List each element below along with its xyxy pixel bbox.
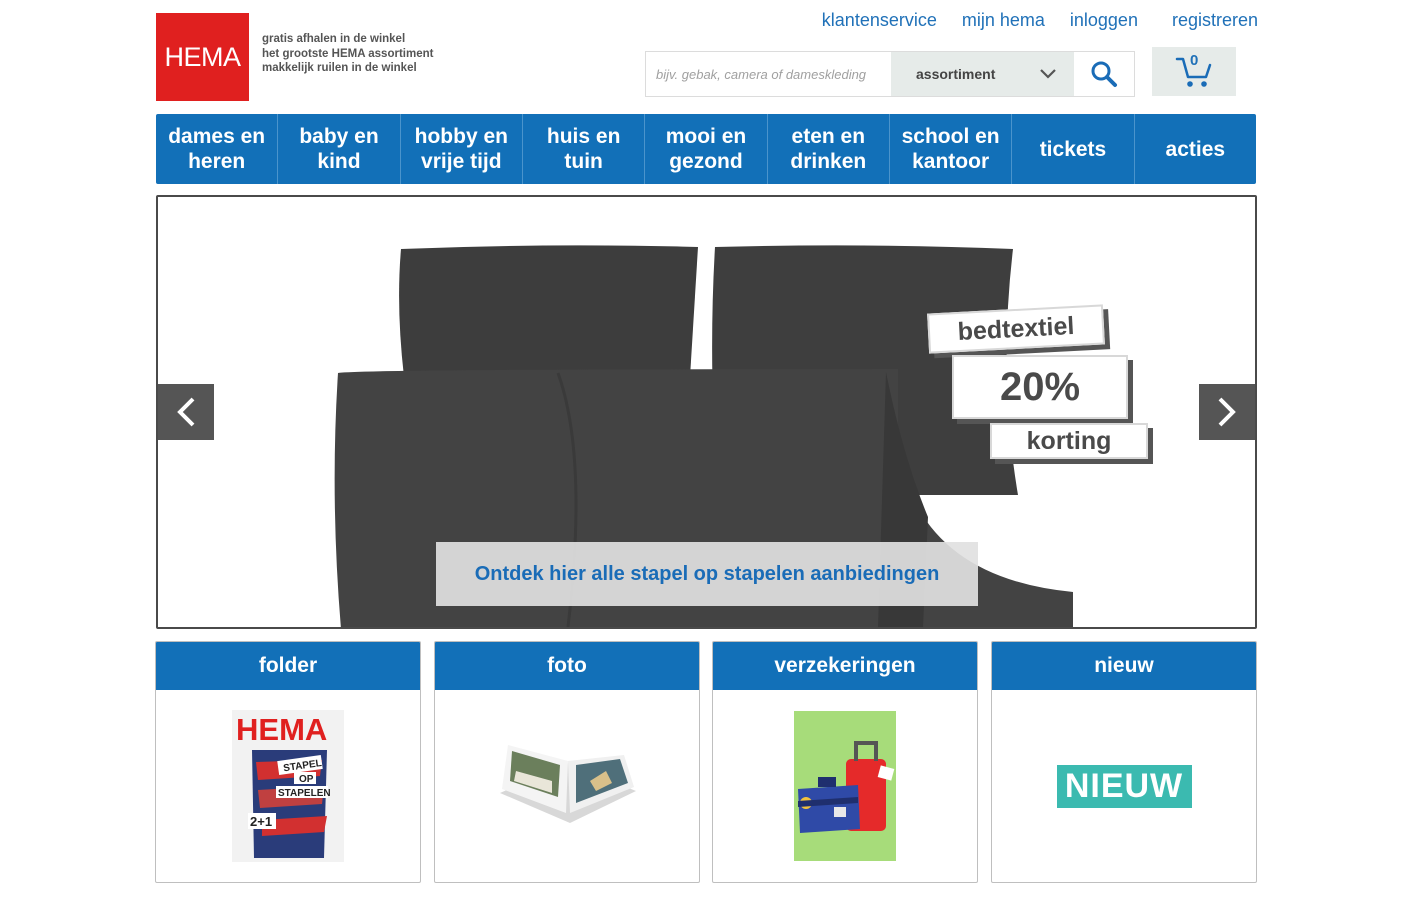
nav-item-acties[interactable]: acties	[1135, 114, 1256, 184]
link-klantenservice[interactable]: klantenservice	[822, 10, 937, 31]
hero-banner[interactable]: bedtextiel 20% korting Ontdek hier alle …	[156, 195, 1257, 629]
hema-logo[interactable]: HEMA	[156, 13, 249, 101]
nieuw-badge: NIEUW	[1056, 764, 1192, 808]
folder-cover-image: HEMA STAPEL OP STAPELEN 2+1	[232, 710, 344, 862]
tagline-item: het grootste HEMA assortiment	[262, 47, 434, 60]
chevron-down-icon	[1040, 69, 1056, 79]
link-inloggen[interactable]: inloggen	[1070, 10, 1138, 31]
category-select[interactable]: assortiment	[891, 52, 1074, 96]
nav-item-tickets[interactable]: tickets	[1012, 114, 1135, 184]
top-links: klantenservice mijn hema inloggen regist…	[797, 10, 1258, 31]
card-foto[interactable]: foto	[434, 641, 700, 883]
logo-text: HEMA	[164, 41, 241, 72]
promo-tag-korting: korting	[990, 423, 1148, 459]
nav-item-eten-en-drinken[interactable]: eten en drinken	[768, 114, 890, 184]
carousel-next-button[interactable]	[1199, 384, 1255, 440]
link-registreren[interactable]: registreren	[1172, 10, 1258, 31]
tagline-item: gratis afhalen in de winkel	[262, 33, 406, 45]
category-select-value: assortiment	[916, 66, 996, 82]
nav-item-mooi-en-gezond[interactable]: mooi en gezond	[645, 114, 768, 184]
card-title: foto	[435, 642, 699, 690]
main-nav: dames en heren baby en kind hobby en vri…	[156, 114, 1256, 184]
nav-item-hobby-en-vrije-tijd[interactable]: hobby en vrije tijd	[401, 114, 523, 184]
tagline-list: gratis afhalen in de winkel het grootste…	[262, 32, 433, 76]
folder-cover-promo: 2+1	[250, 814, 272, 829]
chevron-right-icon	[1218, 397, 1236, 427]
chevron-left-icon	[177, 397, 195, 427]
search-input[interactable]	[646, 52, 891, 96]
search-icon	[1091, 61, 1117, 87]
card-title: folder	[156, 642, 420, 690]
card-title: verzekeringen	[713, 642, 977, 690]
folder-cover-line: STAPELEN	[278, 788, 331, 799]
card-verzekeringen[interactable]: verzekeringen	[712, 641, 978, 883]
folder-cover-line: OP	[299, 774, 314, 785]
cart-button[interactable]: 0	[1152, 47, 1236, 96]
promo-tag-percentage: 20%	[952, 355, 1128, 419]
cart-count-badge: 0	[1190, 52, 1199, 69]
nav-item-baby-en-kind[interactable]: baby en kind	[278, 114, 401, 184]
search-button[interactable]	[1074, 52, 1134, 96]
carousel-prev-button[interactable]	[158, 384, 214, 440]
luggage-image	[794, 711, 896, 861]
nav-item-huis-en-tuin[interactable]: huis en tuin	[523, 114, 646, 184]
nav-item-dames-en-heren[interactable]: dames en heren	[156, 114, 279, 184]
search-bar: assortiment	[645, 51, 1135, 97]
photobook-image	[500, 745, 636, 823]
link-mijn-hema[interactable]: mijn hema	[962, 10, 1045, 31]
nav-item-school-en-kantoor[interactable]: school en kantoor	[890, 114, 1013, 184]
banner-cta-button[interactable]: Ontdek hier alle stapel op stapelen aanb…	[436, 542, 978, 606]
folder-cover-brand: HEMA	[236, 712, 327, 747]
tagline-item: makkelijk ruilen in de winkel	[262, 62, 417, 74]
card-title: nieuw	[992, 642, 1256, 690]
card-nieuw[interactable]: nieuw NIEUW	[991, 641, 1257, 883]
card-folder[interactable]: folder HEMA STAPEL OP STAPELEN 2+1	[155, 641, 421, 883]
